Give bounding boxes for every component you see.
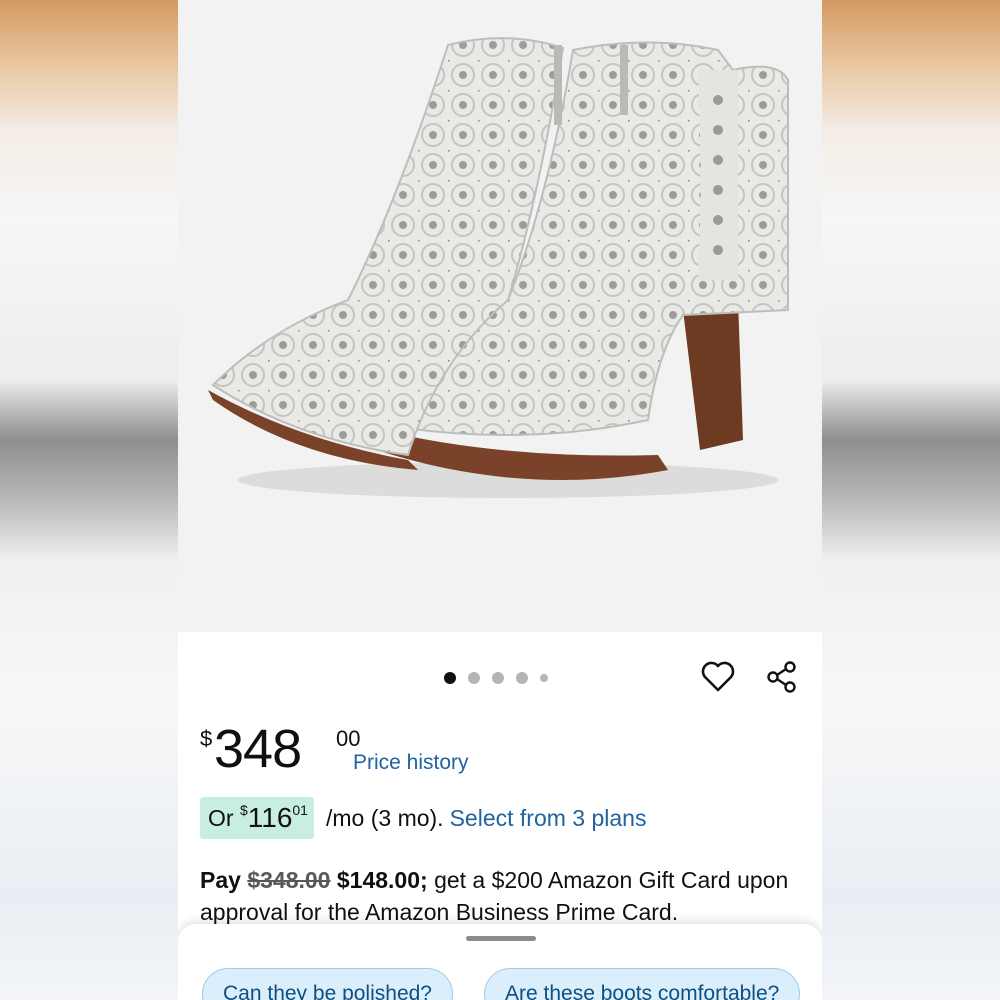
installment-details: /mo (3 mo). Select from 3 plans [326,797,646,839]
carousel-dot[interactable] [492,672,504,684]
installment-currency: $ [239,802,248,818]
offer-new-price: $148.00; [336,867,428,893]
carousel-dot[interactable] [516,672,528,684]
share-icon [767,661,796,693]
product-page: $ 348 00 Price history Or $116 01 /mo (3 … [178,0,822,1000]
price-currency: $ [200,726,213,751]
product-image[interactable] [178,0,822,632]
heart-icon [701,661,735,692]
credit-card-offer[interactable]: Pay $348.00 $148.00; get a $200 Amazon G… [200,864,800,928]
installment-prefix: Or [208,804,234,831]
installment-price-badge: Or $116 01 [200,797,314,839]
carousel-dot[interactable] [444,672,456,684]
offer-old-price: $348.00 [247,867,331,893]
questions-sheet: Can they be polished? Are these boots co… [178,924,822,1000]
question-chip[interactable]: Are these boots comfortable? [484,968,801,1000]
carousel-dot[interactable] [468,672,480,684]
question-chip[interactable]: Can they be polished? [202,968,453,1000]
wishlist-button[interactable] [698,657,738,697]
offer-pay-label: Pay [200,867,241,893]
sheet-drag-handle[interactable] [466,936,536,941]
installment-fraction: 01 [292,802,308,818]
installment-suffix: /mo (3 mo). [326,804,444,831]
installment-offer: Or $116 01 /mo (3 mo). Select from 3 plan… [200,797,820,839]
price-whole: 348 [214,719,302,779]
share-button[interactable] [762,657,802,697]
price-history-link[interactable]: Price history [353,751,469,775]
price-fraction: 00 [336,726,361,751]
installment-whole: 116 [247,802,293,833]
carousel-dot[interactable] [540,674,548,682]
select-plans-link[interactable]: Select from 3 plans [450,805,647,832]
carousel-indicator[interactable] [444,671,548,685]
